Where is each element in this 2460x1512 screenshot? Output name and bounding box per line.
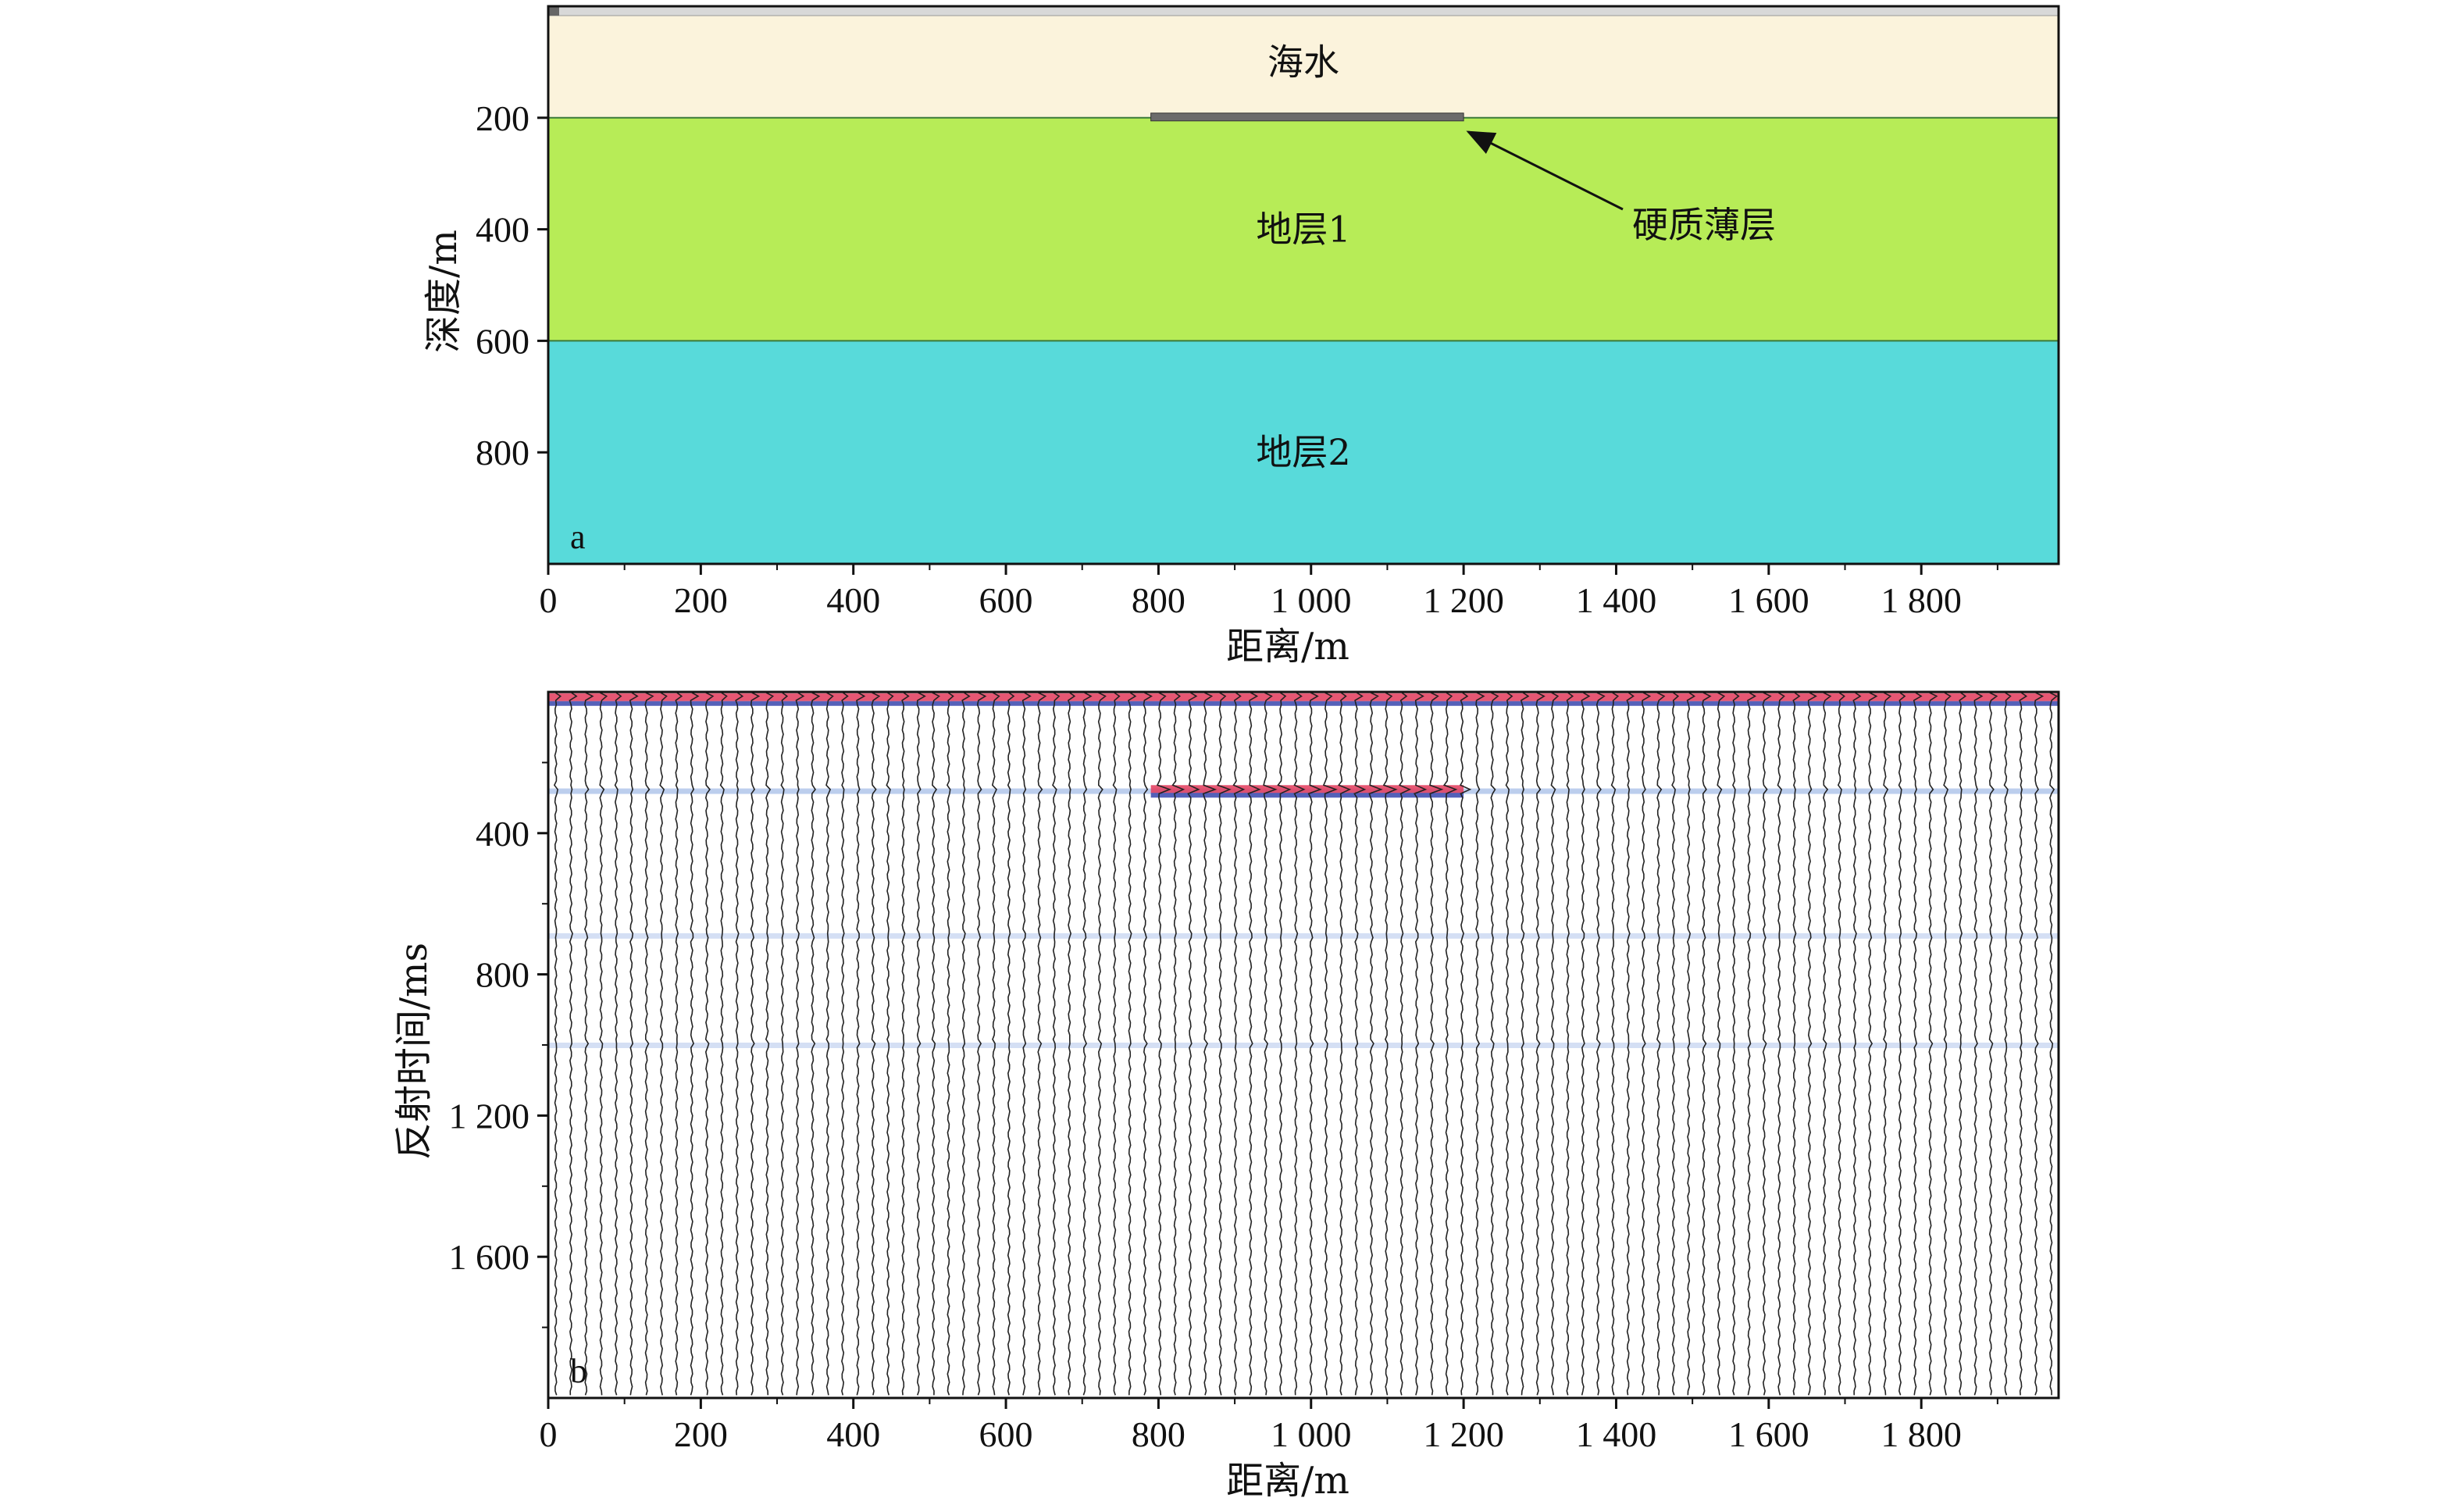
x-tick-label: 400	[826, 1414, 880, 1454]
reflection-band	[548, 1043, 2059, 1048]
panel-b-chart: 0 200 400 600 800 1 000 1 200 1 400 1 600 1 800 40…	[392, 690, 2060, 1503]
thin-hard-layer	[1150, 112, 1464, 122]
reflection-band	[548, 693, 2059, 701]
panel-a-chart: 海水地层1 地层2 硬质薄层 0 200 400 600 800 1 000 1 200 1 400…	[422, 5, 2060, 669]
y-tick-label: 800	[476, 433, 529, 472]
x-tick-label: 1 600	[1728, 580, 1809, 620]
reflection-band	[548, 933, 2059, 939]
x-tick-label: 800	[1132, 580, 1185, 620]
y-axis-title: 反射时间/ms	[392, 943, 436, 1160]
x-tick-label: 1 000	[1271, 580, 1352, 620]
layer-label: 海水	[1267, 41, 1339, 83]
x-tick-label: 0	[540, 580, 558, 620]
x-tick-label: 1 400	[1576, 580, 1657, 620]
x-tick-label: 600	[979, 580, 1033, 620]
reflection-band	[548, 701, 2059, 706]
x-axis-title: 距离/m	[1226, 1459, 1349, 1503]
y-tick-label: 200	[476, 98, 529, 138]
x-tick-label: 400	[826, 580, 880, 620]
y-axis-title: 深度/m	[422, 230, 465, 353]
x-tick-label: 1 400	[1576, 1414, 1657, 1454]
y-tick-label: 400	[476, 814, 529, 854]
x-tick-label: 200	[674, 580, 728, 620]
x-tick-label: 1 600	[1728, 1414, 1809, 1454]
x-tick-label: 1 000	[1271, 1414, 1352, 1454]
x-tick-label: 1 800	[1881, 1414, 1962, 1454]
y-tick-label: 400	[476, 210, 529, 250]
y-tick-label: 800	[476, 955, 529, 995]
panel-label: b	[570, 1352, 587, 1390]
source-marker	[548, 6, 559, 16]
x-tick-label: 1 200	[1423, 1414, 1504, 1454]
x-tick-label: 800	[1132, 1414, 1185, 1454]
x-tick-label: 1 200	[1423, 580, 1504, 620]
y-tick-label: 1 200	[449, 1096, 530, 1136]
x-tick-label: 1 800	[1881, 580, 1962, 620]
annotation-label: 硬质薄层	[1632, 204, 1776, 246]
y-tick-label: 600	[476, 321, 529, 361]
layer-label: 地层2	[1256, 431, 1350, 473]
layer-label: 地层1	[1256, 209, 1350, 251]
x-tick-label: 200	[674, 1414, 728, 1454]
panel-label: a	[570, 518, 586, 556]
x-tick-label: 0	[540, 1414, 558, 1454]
surface-strip	[547, 5, 2059, 16]
y-tick-label: 1 600	[449, 1237, 530, 1277]
figure: 海水地层1 地层2 硬质薄层 0 200 400 600 800 1 000 1 200 1 400…	[392, 5, 2060, 1503]
x-tick-label: 600	[979, 1414, 1033, 1454]
x-axis-title: 距离/m	[1226, 625, 1349, 669]
